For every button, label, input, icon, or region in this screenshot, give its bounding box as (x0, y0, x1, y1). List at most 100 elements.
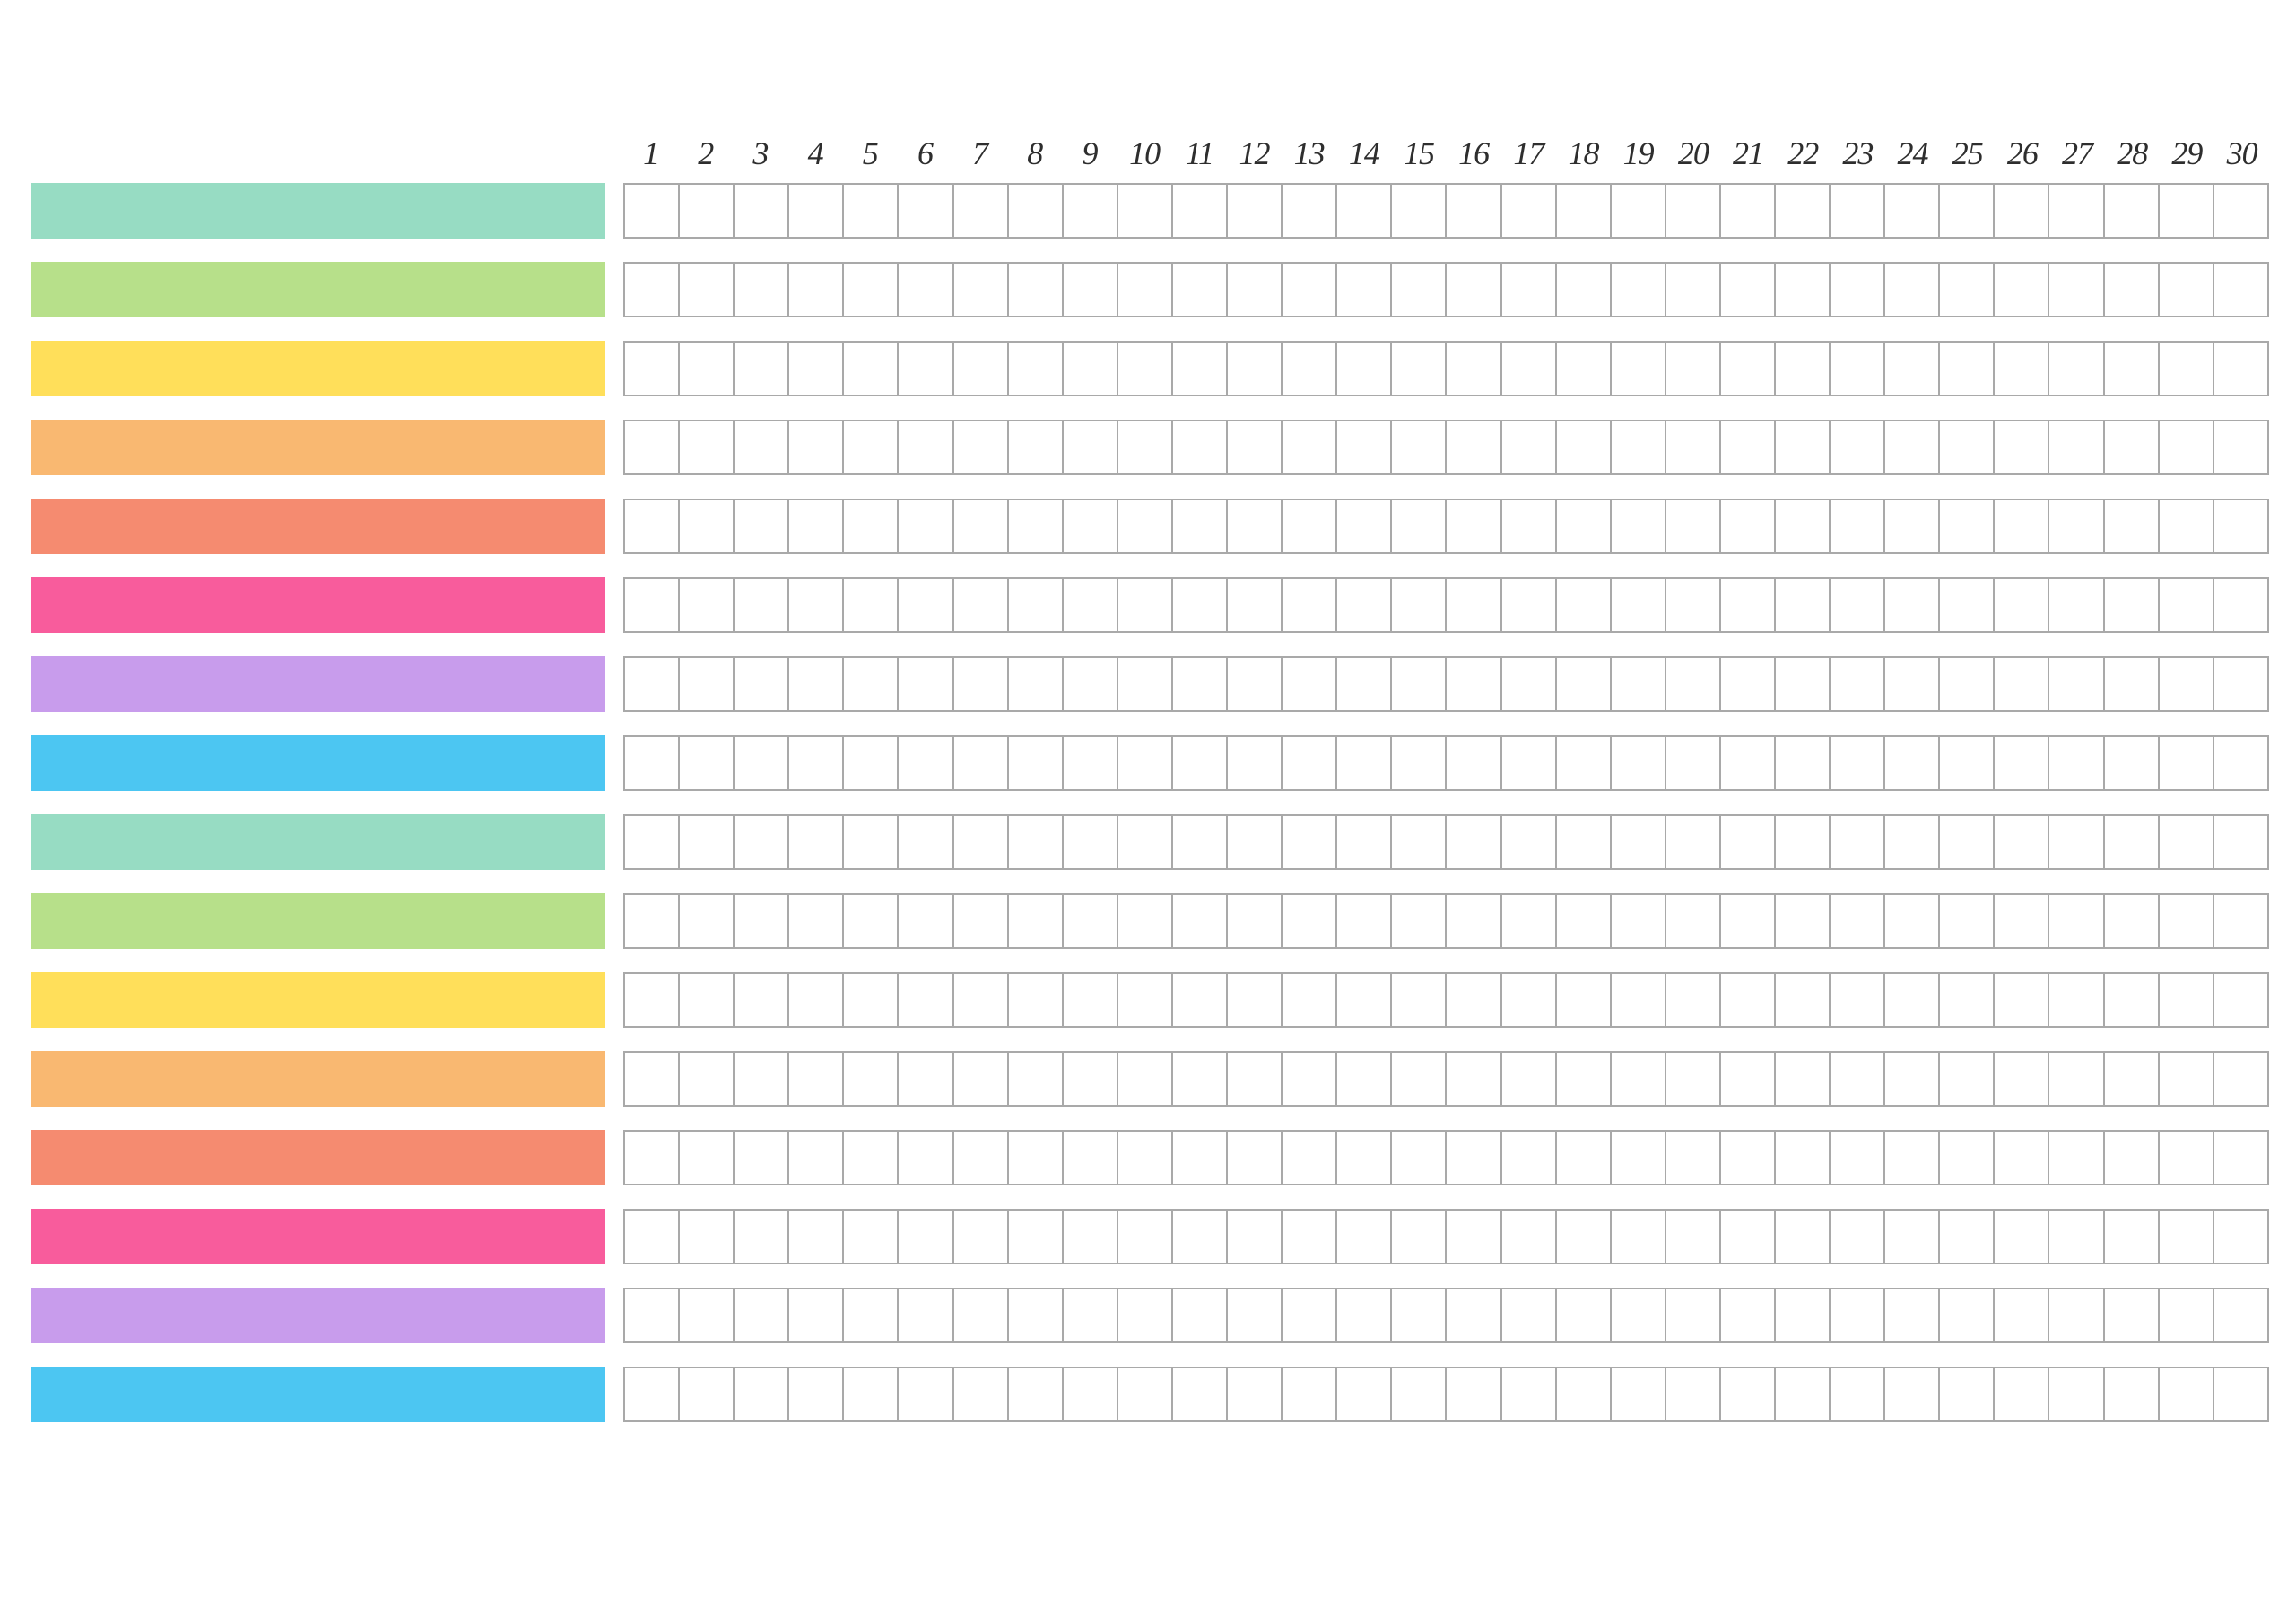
habit-label[interactable] (31, 972, 605, 1028)
grid-cell[interactable] (2049, 185, 2104, 237)
grid-cell[interactable] (1337, 421, 1392, 473)
grid-cell[interactable] (2049, 816, 2104, 868)
grid-cell[interactable] (1009, 974, 1064, 1026)
grid-cell[interactable] (1228, 816, 1283, 868)
grid-cell[interactable] (1447, 974, 1501, 1026)
grid-cell[interactable] (625, 658, 680, 710)
grid-cell[interactable] (1447, 1211, 1501, 1263)
grid-cell[interactable] (1885, 895, 1940, 947)
grid-cell[interactable] (1283, 264, 1337, 316)
grid-cell[interactable] (680, 1053, 735, 1105)
grid-cell[interactable] (1228, 500, 1283, 552)
grid-cell[interactable] (1392, 737, 1447, 789)
grid-cell[interactable] (1009, 737, 1064, 789)
grid-cell[interactable] (1337, 974, 1392, 1026)
grid-cell[interactable] (1009, 1211, 1064, 1263)
grid-cell[interactable] (680, 895, 735, 947)
grid-cell[interactable] (625, 1211, 680, 1263)
grid-cell[interactable] (1885, 974, 1940, 1026)
grid-cell[interactable] (1831, 1053, 1885, 1105)
grid-cell[interactable] (1776, 658, 1831, 710)
grid-cell[interactable] (844, 658, 899, 710)
grid-cell[interactable] (680, 816, 735, 868)
grid-cell[interactable] (1666, 816, 1721, 868)
grid-cell[interactable] (844, 737, 899, 789)
grid-cell[interactable] (735, 658, 789, 710)
grid-cell[interactable] (899, 1211, 953, 1263)
grid-cell[interactable] (2105, 185, 2160, 237)
grid-cell[interactable] (2214, 816, 2269, 868)
grid-cell[interactable] (789, 895, 844, 947)
grid-cell[interactable] (1940, 974, 1995, 1026)
grid-cell[interactable] (2105, 658, 2160, 710)
grid-cell[interactable] (1612, 974, 1666, 1026)
grid-cell[interactable] (1392, 421, 1447, 473)
grid-cell[interactable] (954, 185, 1009, 237)
grid-cell[interactable] (1173, 264, 1228, 316)
grid-cell[interactable] (2160, 1053, 2214, 1105)
habit-label[interactable] (31, 656, 605, 712)
grid-cell[interactable] (1776, 1053, 1831, 1105)
grid-cell[interactable] (1337, 500, 1392, 552)
grid-cell[interactable] (1995, 1211, 2049, 1263)
grid-cell[interactable] (2105, 737, 2160, 789)
grid-cell[interactable] (1612, 1368, 1666, 1420)
grid-cell[interactable] (1557, 1368, 1612, 1420)
grid-cell[interactable] (899, 1289, 953, 1341)
grid-cell[interactable] (1392, 1289, 1447, 1341)
grid-cell[interactable] (680, 1211, 735, 1263)
grid-cell[interactable] (1064, 816, 1118, 868)
grid-cell[interactable] (1885, 421, 1940, 473)
grid-cell[interactable] (2105, 579, 2160, 631)
grid-cell[interactable] (1337, 1211, 1392, 1263)
grid-cell[interactable] (1776, 343, 1831, 395)
grid-cell[interactable] (1831, 579, 1885, 631)
grid-cell[interactable] (1447, 185, 1501, 237)
grid-cell[interactable] (1392, 658, 1447, 710)
grid-cell[interactable] (1666, 737, 1721, 789)
grid-cell[interactable] (1612, 500, 1666, 552)
grid-cell[interactable] (1831, 264, 1885, 316)
grid-cell[interactable] (2160, 1289, 2214, 1341)
grid-cell[interactable] (1228, 737, 1283, 789)
grid-cell[interactable] (789, 816, 844, 868)
grid-cell[interactable] (1064, 579, 1118, 631)
grid-cell[interactable] (1009, 185, 1064, 237)
grid-cell[interactable] (1009, 816, 1064, 868)
grid-cell[interactable] (1557, 421, 1612, 473)
grid-cell[interactable] (1831, 343, 1885, 395)
grid-cell[interactable] (1502, 1053, 1557, 1105)
grid-cell[interactable] (1885, 343, 1940, 395)
grid-cell[interactable] (1337, 579, 1392, 631)
habit-label[interactable] (31, 499, 605, 554)
grid-cell[interactable] (1502, 658, 1557, 710)
grid-cell[interactable] (1502, 1289, 1557, 1341)
grid-cell[interactable] (1612, 343, 1666, 395)
grid-cell[interactable] (1283, 1053, 1337, 1105)
grid-cell[interactable] (1776, 500, 1831, 552)
grid-cell[interactable] (680, 185, 735, 237)
grid-cell[interactable] (2160, 185, 2214, 237)
grid-cell[interactable] (1337, 816, 1392, 868)
grid-cell[interactable] (1447, 1132, 1501, 1184)
grid-cell[interactable] (2160, 500, 2214, 552)
grid-cell[interactable] (2214, 500, 2269, 552)
grid-cell[interactable] (1831, 421, 1885, 473)
grid-cell[interactable] (844, 1368, 899, 1420)
habit-label[interactable] (31, 735, 605, 791)
grid-cell[interactable] (1776, 895, 1831, 947)
grid-cell[interactable] (1118, 500, 1173, 552)
grid-cell[interactable] (1557, 974, 1612, 1026)
grid-cell[interactable] (735, 264, 789, 316)
grid-cell[interactable] (1118, 343, 1173, 395)
grid-cell[interactable] (1940, 895, 1995, 947)
grid-cell[interactable] (1995, 895, 2049, 947)
grid-cell[interactable] (1173, 1053, 1228, 1105)
grid-cell[interactable] (1447, 343, 1501, 395)
habit-label[interactable] (31, 814, 605, 870)
grid-cell[interactable] (1612, 1132, 1666, 1184)
grid-cell[interactable] (735, 816, 789, 868)
grid-cell[interactable] (2214, 658, 2269, 710)
grid-cell[interactable] (1557, 185, 1612, 237)
grid-cell[interactable] (1009, 658, 1064, 710)
